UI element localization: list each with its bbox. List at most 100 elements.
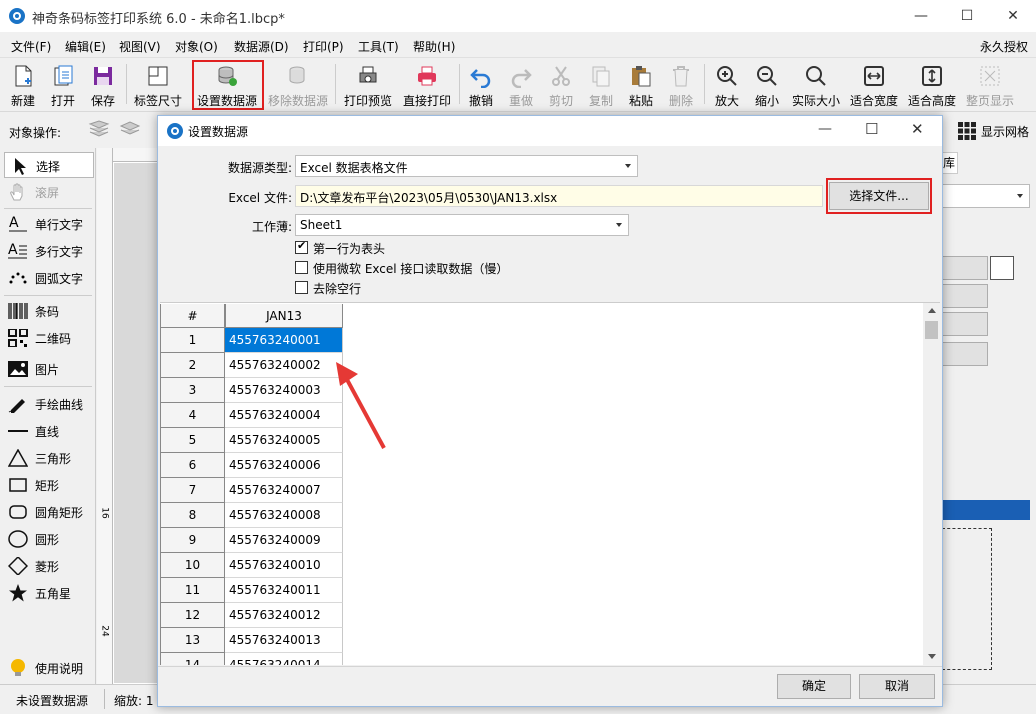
menu-help[interactable]: 帮助(H) bbox=[413, 38, 455, 55]
menu-tools[interactable]: 工具(T) bbox=[358, 38, 399, 55]
tool-round-rect[interactable]: 圆角矩形 bbox=[4, 499, 94, 525]
grid-row-header[interactable]: 7 bbox=[160, 478, 225, 503]
sheet-select[interactable]: Sheet1 bbox=[295, 214, 629, 236]
grid-row-header[interactable]: 8 bbox=[160, 503, 225, 528]
ok-button[interactable]: 确定 bbox=[777, 674, 851, 699]
grid-header-jan13[interactable]: JAN13 bbox=[225, 304, 343, 328]
tool-barcode[interactable]: 条码 bbox=[4, 298, 94, 324]
tool-circle[interactable]: 圆形 bbox=[4, 526, 94, 552]
tool-multi-text[interactable]: A 多行文字 bbox=[4, 238, 94, 264]
grid-cell[interactable]: 455763240013 bbox=[225, 628, 343, 653]
grid-vertical-scrollbar[interactable] bbox=[923, 303, 940, 665]
help-link[interactable]: 使用说明 bbox=[4, 655, 94, 681]
tool-scroll[interactable]: 滚屏 bbox=[4, 179, 94, 205]
dialog-close-button[interactable]: ✕ bbox=[911, 120, 924, 138]
first-row-header-checkbox[interactable]: 第一行为表头 bbox=[295, 239, 495, 256]
grid-cell[interactable]: 455763240014 bbox=[225, 653, 343, 665]
undo-button[interactable]: 撤销 bbox=[463, 60, 499, 110]
library-tab[interactable]: 库 bbox=[942, 152, 958, 174]
new-button[interactable]: 新建 bbox=[4, 60, 42, 110]
tool-arc-text[interactable]: 圆弧文字 bbox=[4, 265, 94, 291]
data-preview-grid[interactable]: # JAN13 1 455763240001 2 455763240002 3 45576… bbox=[160, 302, 940, 665]
label-size-button[interactable]: 标签尺寸 bbox=[130, 60, 186, 110]
remove-empty-rows-checkbox[interactable]: 去除空行 bbox=[295, 280, 495, 296]
design-canvas[interactable]: 16 24 bbox=[97, 148, 157, 684]
undo-icon bbox=[470, 69, 491, 88]
print-preview-button[interactable]: 打印预览 bbox=[340, 60, 396, 110]
minimize-button[interactable]: — bbox=[898, 0, 944, 32]
copy-button[interactable]: 复制 bbox=[583, 60, 619, 110]
grid-row-header[interactable]: 3 bbox=[160, 378, 225, 403]
grid-row-header[interactable]: 14 bbox=[160, 653, 225, 665]
tool-single-text[interactable]: A 单行文字 bbox=[4, 211, 94, 237]
remove-datasource-button[interactable]: 移除数据源 bbox=[266, 60, 330, 110]
grid-row-header[interactable]: 13 bbox=[160, 628, 225, 653]
color-swatch[interactable] bbox=[990, 256, 1014, 280]
menu-view[interactable]: 视图(V) bbox=[119, 38, 161, 55]
grid-row-header[interactable]: 2 bbox=[160, 353, 225, 378]
use-ms-excel-checkbox[interactable]: 使用微软 Excel 接口读取数据（慢） bbox=[295, 260, 555, 276]
tool-triangle[interactable]: 三角形 bbox=[4, 445, 94, 471]
actual-size-button[interactable]: 实际大小 bbox=[789, 60, 843, 110]
grid-row-header[interactable]: 5 bbox=[160, 428, 225, 453]
menu-datasource[interactable]: 数据源(D) bbox=[234, 38, 289, 55]
property-button[interactable] bbox=[942, 256, 988, 280]
grid-row-header[interactable]: 11 bbox=[160, 578, 225, 603]
cut-button[interactable]: 剪切 bbox=[543, 60, 579, 110]
redo-button[interactable]: 重做 bbox=[503, 60, 539, 110]
menu-edit[interactable]: 编辑(E) bbox=[65, 38, 106, 55]
tool-qrcode[interactable]: 二维码 bbox=[4, 325, 94, 351]
layers-down-icon[interactable] bbox=[119, 120, 141, 140]
tool-star[interactable]: 五角星 bbox=[4, 580, 94, 606]
fit-height-button[interactable]: 适合高度 bbox=[905, 60, 959, 110]
zoom-in-button[interactable]: 放大 bbox=[708, 60, 746, 110]
tool-freehand[interactable]: 手绘曲线 bbox=[4, 391, 94, 417]
menu-object[interactable]: 对象(O) bbox=[175, 38, 218, 55]
zoom-out-button[interactable]: 缩小 bbox=[748, 60, 786, 110]
grid-cell[interactable]: 455763240007 bbox=[225, 478, 343, 503]
delete-button[interactable]: 删除 bbox=[663, 60, 699, 110]
maximize-button[interactable]: ☐ bbox=[944, 0, 990, 32]
grid-row-header[interactable]: 1 bbox=[160, 328, 225, 353]
tool-select[interactable]: 选择 bbox=[4, 152, 94, 178]
grid-cell[interactable]: 455763240012 bbox=[225, 603, 343, 628]
grid-cell[interactable]: 455763240001 bbox=[225, 328, 343, 353]
grid-cell[interactable]: 455763240008 bbox=[225, 503, 343, 528]
direct-print-button[interactable]: 直接打印 bbox=[399, 60, 455, 110]
grid-cell[interactable]: 455763240006 bbox=[225, 453, 343, 478]
property-button[interactable] bbox=[942, 312, 988, 336]
grid-row-header[interactable]: 10 bbox=[160, 553, 225, 578]
open-button[interactable]: 打开 bbox=[44, 60, 82, 110]
grid-row-header[interactable]: 4 bbox=[160, 403, 225, 428]
scroll-thumb[interactable] bbox=[925, 321, 938, 339]
close-button[interactable]: ✕ bbox=[990, 0, 1036, 32]
property-button[interactable] bbox=[942, 284, 988, 308]
grid-row-header[interactable]: 6 bbox=[160, 453, 225, 478]
dialog-maximize-button[interactable]: ☐ bbox=[865, 120, 878, 138]
property-button[interactable] bbox=[942, 342, 988, 366]
grid-row-header[interactable]: 12 bbox=[160, 603, 225, 628]
whole-page-button[interactable]: 整页显示 bbox=[963, 60, 1017, 110]
cancel-button[interactable]: 取消 bbox=[859, 674, 935, 699]
show-grid-toggle[interactable]: 显示网格 bbox=[981, 123, 1029, 140]
save-button[interactable]: 保存 bbox=[84, 60, 122, 110]
grid-cell[interactable]: 455763240010 bbox=[225, 553, 343, 578]
excel-file-path-field[interactable]: D:\文章发布平台\2023\05月\0530\JAN13.xlsx bbox=[295, 185, 823, 207]
scroll-down-icon[interactable] bbox=[928, 654, 936, 659]
grid-row-header[interactable]: 9 bbox=[160, 528, 225, 553]
menu-print[interactable]: 打印(P) bbox=[303, 38, 344, 55]
dialog-minimize-button[interactable]: — bbox=[818, 121, 832, 137]
fit-width-button[interactable]: 适合宽度 bbox=[847, 60, 901, 110]
tool-line[interactable]: 直线 bbox=[4, 418, 94, 444]
grid-cell[interactable]: 455763240009 bbox=[225, 528, 343, 553]
scroll-up-icon[interactable] bbox=[928, 308, 936, 313]
tool-rect[interactable]: 矩形 bbox=[4, 472, 94, 498]
tool-diamond[interactable]: 菱形 bbox=[4, 553, 94, 579]
layers-up-icon[interactable] bbox=[88, 120, 110, 140]
paste-button[interactable]: 粘贴 bbox=[623, 60, 659, 110]
grid-cell[interactable]: 455763240011 bbox=[225, 578, 343, 603]
tool-image[interactable]: 图片 bbox=[4, 356, 94, 382]
menu-file[interactable]: 文件(F) bbox=[11, 38, 51, 55]
datasource-type-select[interactable]: Excel 数据表格文件 bbox=[295, 155, 638, 177]
property-dropdown[interactable] bbox=[942, 184, 1030, 208]
